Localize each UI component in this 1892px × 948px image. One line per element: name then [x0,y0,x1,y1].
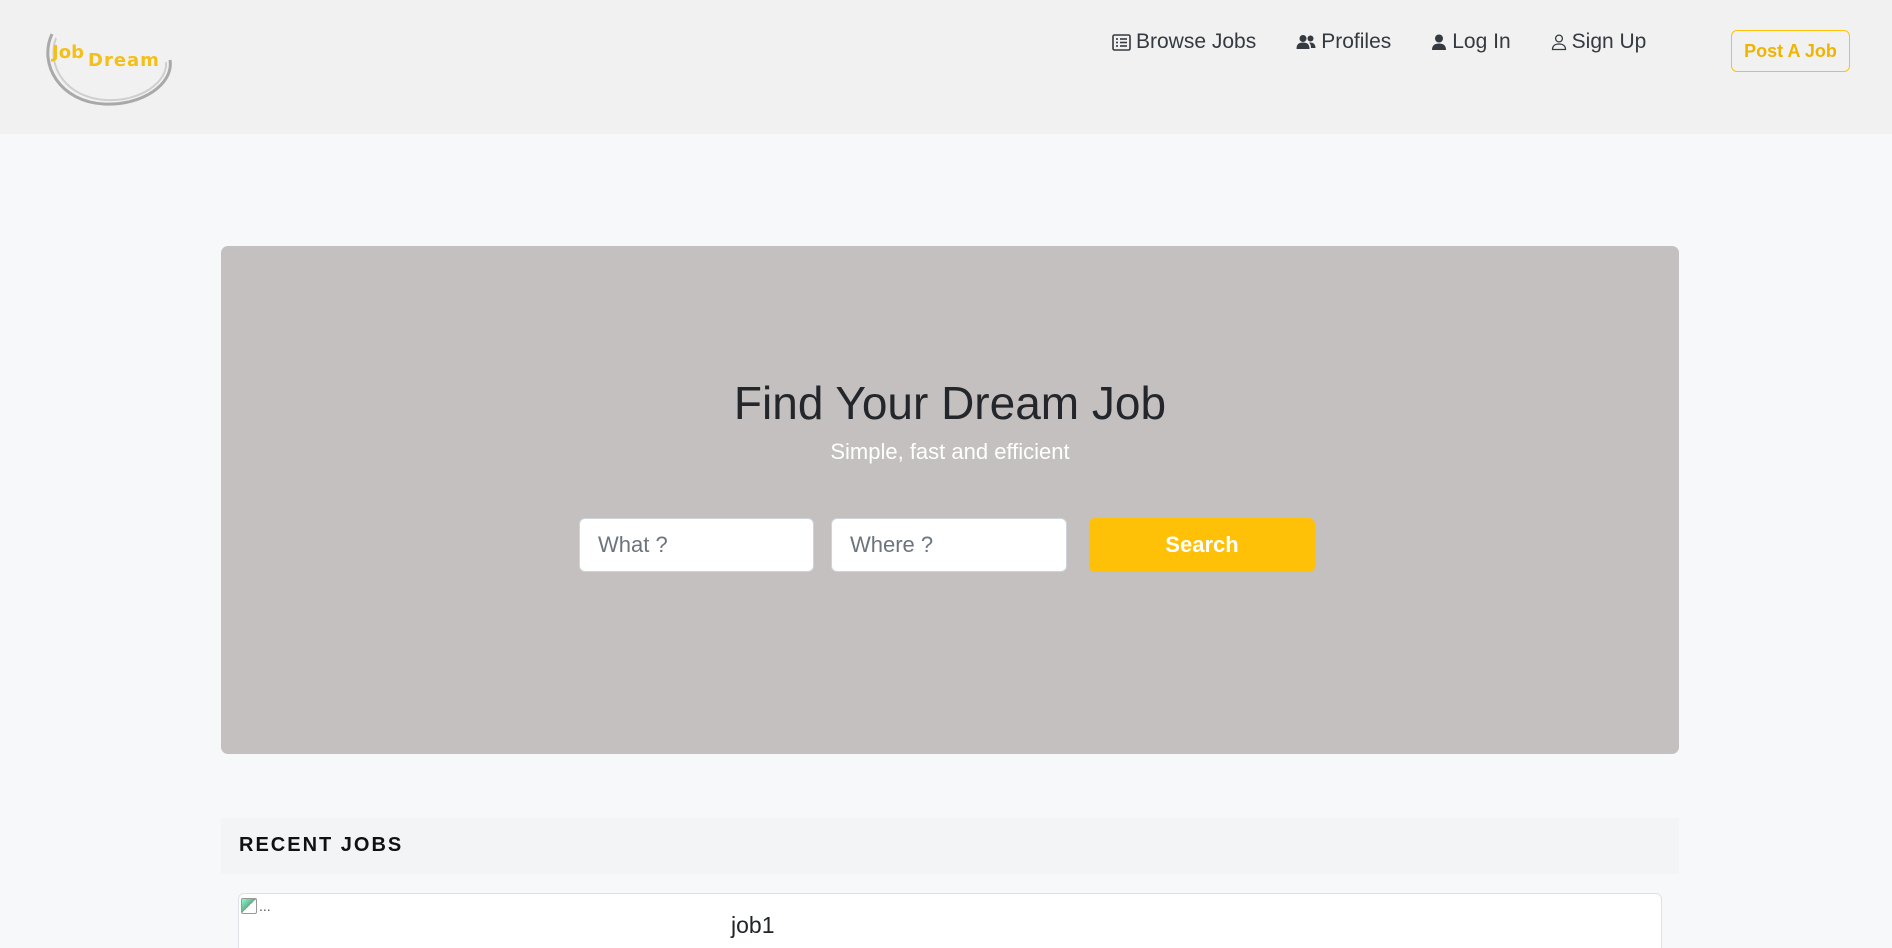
job-image-alt: ... [259,898,271,914]
logo-text-dream: Dream [88,50,160,71]
job-image: ... [241,898,271,914]
hero-title: Find Your Dream Job [733,377,1167,429]
hero-subtitle: Simple, fast and efficient [830,439,1070,464]
user-solid-icon [1431,34,1447,51]
hero-search-panel: Find Your Dream Job Simple, fast and eff… [221,246,1679,754]
nav-log-in-label: Log In [1452,30,1511,53]
job-card[interactable]: ... job1 [238,893,1662,948]
users-icon [1296,34,1316,50]
recent-jobs-header: RECENT JOBS [221,818,1679,874]
broken-image-icon [241,898,257,914]
nav-sign-up[interactable]: Sign Up [1551,30,1647,54]
logo-text-job: Job [52,42,84,63]
nav-browse-jobs-label: Browse Jobs [1136,30,1257,53]
jobdream-logo[interactable]: Job Dream [42,14,176,106]
where-input[interactable] [831,518,1067,572]
nav-profiles[interactable]: Profiles [1296,30,1391,54]
recent-jobs-heading: RECENT JOBS [239,834,404,856]
nav-browse-jobs[interactable]: Browse Jobs [1112,30,1256,54]
search-button[interactable]: Search [1089,518,1315,572]
list-icon [1112,33,1131,51]
main-nav: Browse Jobs Profiles Log In Sign Up [1112,30,1646,54]
user-outline-icon [1551,33,1567,51]
top-navbar: Job Dream Browse Jobs Profiles Log In Si… [0,0,1892,134]
post-a-job-button[interactable]: Post A Job [1731,30,1850,72]
job-title[interactable]: job1 [731,912,774,939]
nav-sign-up-label: Sign Up [1571,30,1647,53]
nav-profiles-label: Profiles [1321,30,1392,53]
what-input[interactable] [579,518,814,572]
nav-log-in[interactable]: Log In [1431,30,1511,54]
